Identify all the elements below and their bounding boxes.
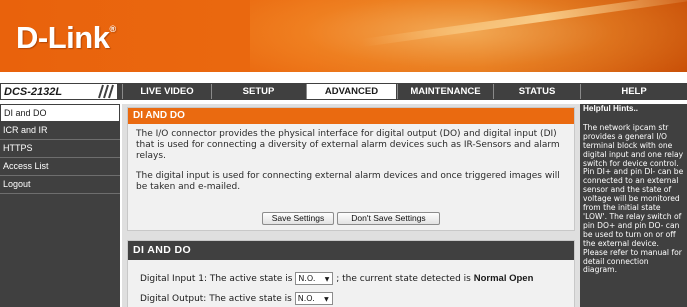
select-value: N.O. [298, 274, 316, 283]
chevron-down-icon: ▼ [324, 296, 329, 303]
slashes-icon [98, 84, 114, 99]
model-name: DCS-2132L [4, 86, 63, 98]
save-settings-button[interactable]: Save Settings [262, 212, 334, 225]
tab-maintenance[interactable]: MAINTENANCE [397, 84, 493, 99]
tab-help[interactable]: HELP [580, 84, 687, 99]
sidebar-item-https[interactable]: HTTPS [0, 140, 120, 158]
header-banner: D-Link® [0, 0, 687, 72]
sidebar-item-di-and-do[interactable]: DI and DO [0, 104, 120, 122]
main-content: DI AND DO The I/O connector provides the… [122, 104, 580, 307]
digital-output-label: Digital Output: The active state is [140, 294, 292, 304]
top-navigation: DCS-2132L LIVE VIDEO SETUP ADVANCED MAIN… [0, 83, 687, 100]
digital-input-row: Digital Input 1: The active state is N.O… [140, 272, 533, 285]
digital-input-paragraph: The digital input is used for connecting… [136, 171, 560, 192]
tab-live-video[interactable]: LIVE VIDEO [122, 84, 211, 99]
intro-paragraph: The I/O connector provides the physical … [136, 129, 560, 161]
tab-status[interactable]: STATUS [493, 84, 580, 99]
button-row: Save Settings Don't Save Settings [128, 212, 574, 225]
tab-advanced[interactable]: ADVANCED [306, 84, 396, 99]
chevron-down-icon: ▼ [324, 276, 330, 283]
tab-setup[interactable]: SETUP [211, 84, 305, 99]
dont-save-settings-button[interactable]: Don't Save Settings [337, 212, 440, 225]
dlink-logo: D-Link® [16, 20, 116, 56]
digital-output-state-select[interactable]: N.O. ▼ [294, 292, 333, 305]
digital-output-row: Digital Output: The active state is N.O.… [140, 292, 333, 305]
digital-input-label: Digital Input 1: The active state is [140, 274, 293, 284]
section-title: DI AND DO [128, 241, 574, 260]
section-title: DI AND DO [128, 108, 574, 124]
sidebar-item-icr-and-ir[interactable]: ICR and IR [0, 122, 120, 140]
sidebar: DI and DO ICR and IR HTTPS Access List L… [0, 104, 122, 307]
model-badge: DCS-2132L [0, 83, 118, 100]
current-state-label: ; the current state detected is [336, 274, 471, 284]
logo-text: D-Link [16, 20, 110, 55]
hints-title: Helpful Hints.. [583, 104, 639, 113]
hints-text: The network ipcam str provides a general… [583, 122, 684, 275]
select-value: N.O. [297, 294, 315, 303]
sidebar-item-access-list[interactable]: Access List [0, 158, 120, 176]
sidebar-item-logout[interactable]: Logout [0, 176, 120, 194]
digital-input-state-select[interactable]: N.O. ▼ [295, 272, 334, 285]
di-do-info-panel: DI AND DO The I/O connector provides the… [127, 107, 575, 231]
di-do-settings-panel: DI AND DO Digital Input 1: The active st… [127, 240, 575, 307]
current-state-value: Normal Open [473, 273, 534, 284]
helpful-hints-panel: Helpful Hints.. The network ipcam str pr… [580, 104, 687, 307]
banner-sheen [250, 0, 687, 72]
registered-mark: ® [109, 24, 116, 34]
